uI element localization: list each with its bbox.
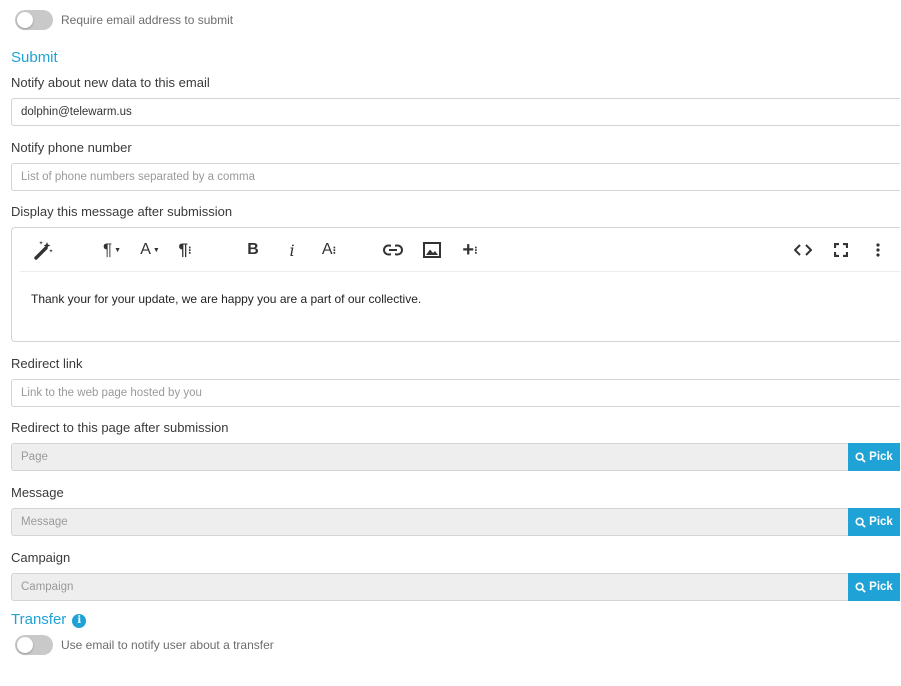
transfer-notify-label: Use email to notify user about a transfe… [61, 638, 274, 652]
display-message-label: Display this message after submission [11, 204, 233, 219]
paragraph-format-icon[interactable]: ¶ ▼ [96, 239, 128, 261]
bold-button[interactable]: B [242, 239, 264, 261]
campaign-picker: Pick [11, 573, 900, 601]
italic-button[interactable]: i [282, 239, 302, 261]
paragraph-style-icon[interactable]: ¶ ⁝ [172, 239, 198, 261]
redirect-link-input[interactable] [11, 379, 900, 407]
font-size-icon[interactable]: A ▼ [135, 239, 165, 261]
transfer-title-text: Transfer [11, 611, 67, 628]
message-picker: Pick [11, 508, 900, 536]
rich-text-editor: ¶ ▼ A ▼ ¶ ⁝ B i A ⁝ + ⁝ Thank your for y… [11, 227, 900, 342]
code-view-icon[interactable] [792, 239, 814, 261]
transfer-section-title: Transfer i [11, 611, 87, 628]
redirect-page-label: Redirect to this page after submission [11, 420, 229, 435]
require-email-label: Require email address to submit [61, 13, 234, 27]
message-input[interactable] [11, 508, 848, 536]
italic-icon: i [289, 240, 295, 260]
redirect-page-picker: Pick [11, 443, 900, 471]
message-label: Message [11, 485, 64, 500]
more-vertical-icon[interactable] [868, 239, 888, 261]
magic-wand-icon[interactable] [31, 239, 55, 261]
search-icon [855, 451, 866, 463]
notify-phone-label: Notify phone number [11, 140, 132, 155]
pick-label: Pick [869, 516, 893, 528]
fullscreen-icon[interactable] [830, 239, 852, 261]
require-email-row: Require email address to submit [15, 10, 233, 30]
notify-phone-input[interactable] [11, 163, 900, 191]
editor-toolbar: ¶ ▼ A ▼ ¶ ⁝ B i A ⁝ + ⁝ [20, 228, 900, 272]
campaign-pick-button[interactable]: Pick [848, 573, 900, 601]
toggle-knob [17, 637, 33, 653]
toggle-knob [17, 12, 33, 28]
insert-plus-icon[interactable]: + ⁝ [457, 239, 483, 261]
require-email-toggle[interactable] [15, 10, 53, 30]
redirect-link-label: Redirect link [11, 356, 83, 371]
search-icon [855, 516, 866, 528]
notify-email-label: Notify about new data to this email [11, 75, 210, 90]
link-icon[interactable] [381, 239, 405, 261]
submit-section-title: Submit [11, 49, 58, 66]
campaign-label: Campaign [11, 550, 71, 565]
pick-label: Pick [869, 581, 893, 593]
transfer-notify-toggle[interactable] [15, 635, 53, 655]
redirect-page-pick-button[interactable]: Pick [848, 443, 900, 471]
image-icon[interactable] [420, 239, 444, 261]
redirect-page-input[interactable] [11, 443, 848, 471]
editor-content[interactable]: Thank your for your update, we are happy… [31, 292, 421, 306]
pick-label: Pick [869, 451, 893, 463]
notify-email-input[interactable] [11, 98, 900, 126]
text-style-icon[interactable]: A ⁝ [317, 239, 341, 261]
message-pick-button[interactable]: Pick [848, 508, 900, 536]
bold-icon: B [247, 241, 259, 258]
transfer-notify-row: Use email to notify user about a transfe… [15, 635, 274, 655]
info-icon[interactable]: i [72, 613, 87, 628]
campaign-input[interactable] [11, 573, 848, 601]
search-icon [855, 581, 866, 593]
